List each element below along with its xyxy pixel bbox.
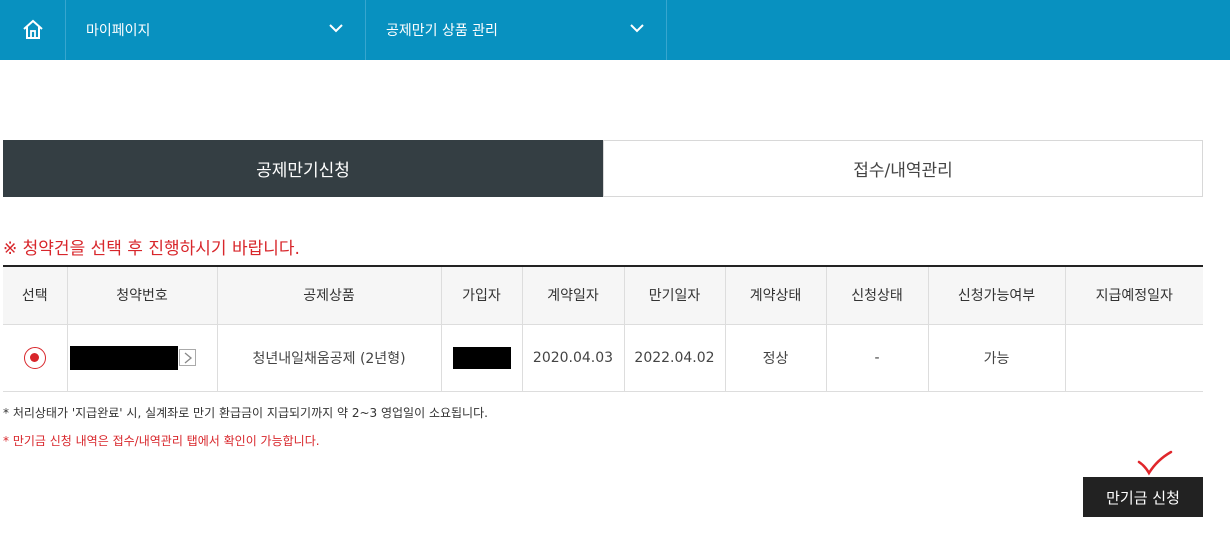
subscriber-cell (440, 324, 522, 392)
header-payment-date: 지급예정일자 (1064, 265, 1203, 325)
selection-warning: ※ 청약건을 선택 후 진행하시기 바랍니다. (3, 239, 300, 259)
home-icon (22, 19, 43, 39)
header-apply-status: 신청상태 (825, 265, 928, 325)
table-row: 청년내일채움공제 (2년형) 2020.04.03 2022.04.02 정상 … (3, 324, 1203, 392)
payment-note: * 처리상태가 '지급완료' 시, 실계좌로 만기 환급금이 지급되기까지 약 … (3, 406, 488, 420)
header-contract-status: 계약상태 (724, 265, 826, 325)
contract-status-cell: 정상 (724, 324, 826, 392)
apply-maturity-button[interactable]: 만기금 신청 (1083, 477, 1203, 517)
tab-bar: 공제만기신청 접수/내역관리 (3, 140, 1203, 197)
tab-maturity-application[interactable]: 공제만기신청 (3, 140, 603, 197)
availability-cell: 가능 (927, 324, 1065, 392)
product-cell: 청년내일채움공제 (2년형) (216, 324, 441, 392)
header-product: 공제상품 (216, 265, 441, 325)
nav-dropdown-label: 공제만기 상품 관리 (386, 23, 498, 39)
header-contract-no: 청약번호 (66, 265, 217, 325)
top-navigation: 마이페이지 공제만기 상품 관리 (0, 0, 1230, 60)
contract-detail-button[interactable] (178, 349, 196, 366)
chevron-right-icon (184, 352, 192, 364)
home-button[interactable] (0, 0, 66, 60)
history-note: * 만기금 신청 내역은 접수/내역관리 탭에서 확인이 가능합니다. (3, 434, 320, 448)
header-maturity-date: 만기일자 (623, 265, 725, 325)
contract-table: 선택 청약번호 공제상품 가입자 계약일자 만기일자 계약상태 신청상태 신청가… (3, 265, 1203, 392)
maturity-date-cell: 2022.04.02 (623, 324, 725, 392)
payment-date-cell (1064, 324, 1203, 392)
chevron-down-icon (329, 24, 343, 33)
chevron-down-icon (630, 24, 644, 33)
contract-no-cell (66, 324, 217, 392)
apply-status-cell: - (825, 324, 928, 392)
checkmark-icon (1137, 450, 1173, 476)
nav-dropdown-mypage[interactable]: 마이페이지 (66, 0, 366, 60)
row-select-radio[interactable] (23, 346, 46, 369)
header-contract-date: 계약일자 (521, 265, 624, 325)
header-availability: 신청가능여부 (927, 265, 1065, 325)
select-cell (3, 324, 67, 392)
header-select: 선택 (3, 265, 67, 325)
nav-dropdown-label: 마이페이지 (86, 23, 151, 39)
redacted-contract-number (69, 345, 178, 370)
table-header-row: 선택 청약번호 공제상품 가입자 계약일자 만기일자 계약상태 신청상태 신청가… (3, 265, 1203, 325)
header-subscriber: 가입자 (440, 265, 522, 325)
redacted-subscriber (452, 346, 511, 369)
tab-receipt-history[interactable]: 접수/내역관리 (603, 140, 1203, 197)
contract-date-cell: 2020.04.03 (521, 324, 624, 392)
nav-dropdown-maturity-management[interactable]: 공제만기 상품 관리 (366, 0, 667, 60)
